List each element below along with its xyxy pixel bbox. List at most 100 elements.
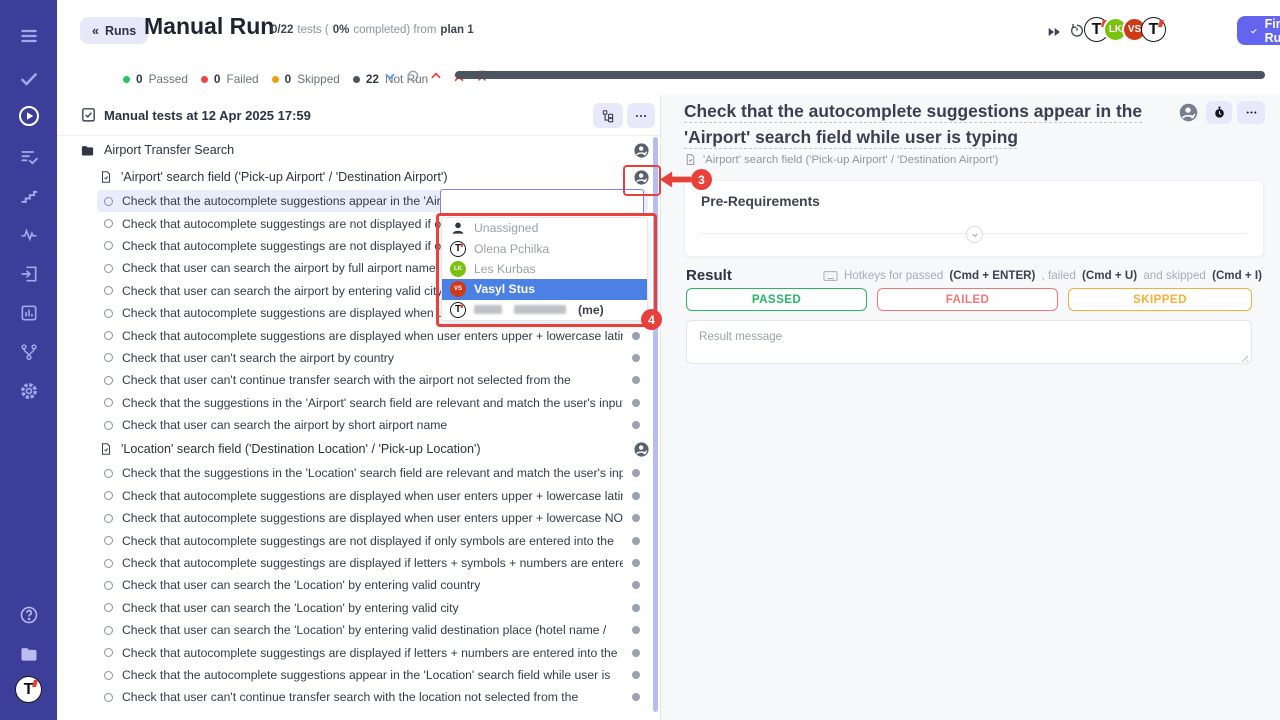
timer-icon[interactable] — [1069, 22, 1085, 43]
test-title: Check that autocomplete suggestings are … — [122, 534, 614, 548]
test-title: Check that autocomplete suggestions are … — [122, 306, 450, 320]
breadcrumb-label: 'Airport' search field ('Pick-up Airport… — [703, 154, 998, 166]
test-row[interactable]: Check that autocomplete suggestings are … — [97, 552, 648, 574]
result-passed-button[interactable]: PASSED — [686, 288, 867, 311]
test-title[interactable]: Check that the autocomplete suggestions … — [684, 99, 1176, 150]
sidebar-runs-icon[interactable] — [0, 101, 57, 131]
sidebar-tests-icon[interactable] — [0, 64, 57, 94]
test-state-icon — [104, 603, 113, 612]
test-row[interactable]: Check that user can't continue transfer … — [97, 369, 648, 391]
not-run-dot-icon — [632, 492, 640, 500]
sidebar-help-icon[interactable] — [0, 600, 57, 630]
assignee-option[interactable]: LKLes Kurbas — [442, 259, 647, 279]
detail-more-button[interactable] — [1237, 101, 1265, 124]
test-row[interactable]: Check that autocomplete suggestings are … — [97, 641, 648, 663]
app-sidebar: T — [0, 0, 57, 720]
fast-forward-icon[interactable] — [1046, 24, 1062, 45]
test-row[interactable]: Check that the suggestions in the 'Airpo… — [97, 392, 648, 414]
not-run-dot-icon — [632, 514, 640, 522]
result-message-input[interactable] — [686, 320, 1252, 364]
chevron-up-icon[interactable] — [429, 69, 443, 83]
assign-user-icon[interactable] — [633, 169, 650, 186]
test-row[interactable]: Check that autocomplete suggestions are … — [97, 324, 648, 346]
test-state-icon — [104, 376, 113, 385]
tree-scrollbar[interactable] — [653, 137, 658, 712]
test-row[interactable]: Check that user can search the airport b… — [97, 414, 648, 436]
result-failed-button[interactable]: FAILED — [877, 288, 1058, 311]
test-row[interactable]: Check that user can search the 'Location… — [97, 597, 648, 619]
test-detail-panel: Check that the autocomplete suggestions … — [661, 95, 1280, 720]
test-state-icon — [104, 648, 113, 657]
not-run-dot-icon — [632, 332, 640, 340]
back-to-runs-button[interactable]: « Runs — [80, 17, 148, 44]
assignee-me-label: (me) — [578, 303, 604, 317]
assignee-option[interactable]: T(me) — [442, 300, 647, 320]
manual-run-page: T « Runs Manual Run 0/22tests (0%complet… — [0, 0, 1280, 720]
test-state-icon — [104, 264, 113, 273]
hotkey-text: (Cmd + U) — [1082, 269, 1137, 282]
collapse-toggle-icon[interactable] — [966, 226, 983, 243]
not-run-dot-icon — [632, 399, 640, 407]
circle-icon[interactable] — [406, 69, 420, 83]
run-header: « Runs Manual Run 0/22tests (0%completed… — [57, 0, 1280, 96]
redacted-text — [474, 305, 502, 314]
test-row[interactable]: Check that user can search the 'Location… — [97, 619, 648, 641]
status-passed[interactable]: 0Passed — [123, 72, 188, 86]
assignee-dropdown: UnassignedTOlena PchilkaLKLes KurbasVSVa… — [441, 217, 648, 321]
clipboard-check-icon — [80, 106, 97, 128]
avatar: VS — [450, 281, 466, 297]
status-skipped[interactable]: 0 Skipped — [272, 72, 340, 86]
assignee-search-input[interactable] — [440, 189, 644, 215]
person-icon — [450, 220, 466, 236]
sidebar-plans-icon[interactable] — [0, 142, 57, 172]
test-title: Check that the suggestions in the 'Locat… — [122, 466, 623, 480]
suite-breadcrumb[interactable]: 'Airport' search field ('Pick-up Airport… — [684, 153, 998, 166]
run-assignee-avatars[interactable]: TLKVST — [1090, 17, 1166, 42]
sidebar-menu-icon[interactable] — [0, 21, 57, 51]
tree-more-button[interactable] — [627, 103, 655, 128]
sidebar-analytics-icon[interactable] — [0, 298, 57, 328]
test-title: Check that user can search the 'Location… — [122, 623, 606, 637]
sidebar-pulse-icon[interactable] — [0, 220, 57, 250]
test-row[interactable]: Check that autocomplete suggestions are … — [97, 485, 648, 507]
status-count: 0 — [285, 72, 292, 86]
test-row[interactable]: Check that user can't continue transfer … — [97, 686, 648, 708]
sidebar-import-icon[interactable] — [0, 259, 57, 289]
sidebar-projects-icon[interactable] — [0, 639, 57, 669]
chevron-down-icon[interactable] — [383, 69, 397, 83]
test-row[interactable]: Check that autocomplete suggestions are … — [97, 507, 648, 529]
not-run-dot-icon — [632, 626, 640, 634]
tree-panel-header: Manual tests at 12 Apr 2025 17:59 — [57, 95, 660, 136]
timer-button[interactable] — [1206, 101, 1232, 124]
sidebar-branch-icon[interactable] — [0, 337, 57, 367]
finish-run-button[interactable]: Finish Run — [1237, 16, 1280, 45]
hotkeys-hint: Hotkeys for passed (Cmd + ENTER) , faile… — [823, 269, 1262, 282]
finish-run-label: Finish Run — [1265, 17, 1280, 45]
app-logo[interactable]: T — [15, 676, 42, 703]
folder-row[interactable]: Airport Transfer Search — [57, 136, 654, 164]
assign-user-icon[interactable] — [633, 441, 650, 458]
test-row[interactable]: Check that user can't search the airport… — [97, 347, 648, 369]
test-row[interactable]: Check that the autocomplete suggestions … — [97, 664, 648, 686]
result-skipped-button[interactable]: SKIPPED — [1068, 288, 1252, 311]
test-title: Check that autocomplete suggestings are … — [122, 556, 623, 570]
status-label: Skipped — [297, 72, 340, 86]
assign-user-icon[interactable] — [633, 142, 650, 159]
assign-user-icon[interactable] — [1178, 102, 1199, 128]
test-title: Check that user can search the 'Location… — [122, 601, 459, 615]
assignee-option[interactable]: Unassigned — [442, 218, 647, 238]
assignee-option[interactable]: VSVasyl Stus — [442, 279, 647, 299]
status-failed[interactable]: 0Failed — [201, 72, 259, 86]
test-row[interactable]: Check that autocomplete suggestings are … — [97, 529, 648, 551]
test-row[interactable]: Check that user can search the 'Location… — [97, 574, 648, 596]
sidebar-steps-icon[interactable] — [0, 181, 57, 211]
test-row[interactable]: Check that the suggestions in the 'Locat… — [97, 462, 648, 484]
keyboard-icon — [823, 270, 838, 282]
suite-row[interactable]: 'Location' search field ('Destination Lo… — [57, 436, 654, 462]
tree-view-button[interactable] — [593, 103, 623, 128]
suite-row[interactable]: 'Airport' search field ('Pick-up Airport… — [57, 164, 654, 190]
not-run-dot-icon — [632, 376, 640, 384]
sidebar-settings-icon[interactable] — [0, 376, 57, 406]
assignee-option[interactable]: TOlena Pchilka — [442, 238, 647, 258]
not-run-dot-icon — [632, 671, 640, 679]
